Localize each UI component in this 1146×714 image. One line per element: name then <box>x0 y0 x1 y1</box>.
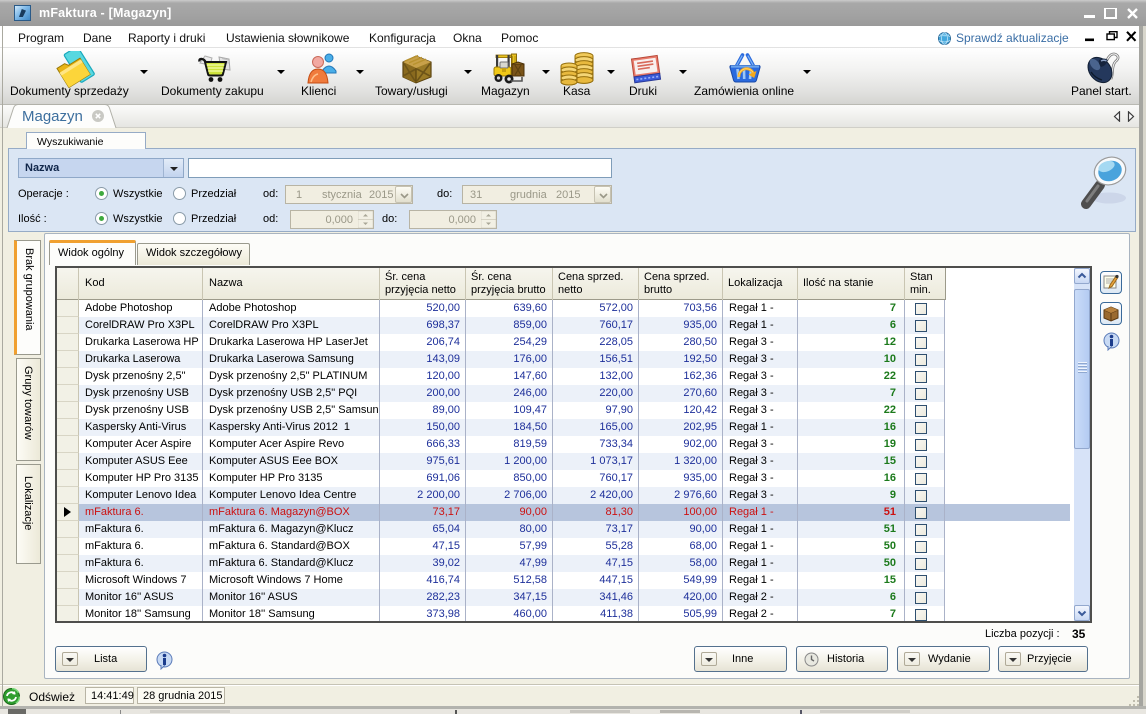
svg-text:Magazyn: Magazyn <box>22 108 83 125</box>
